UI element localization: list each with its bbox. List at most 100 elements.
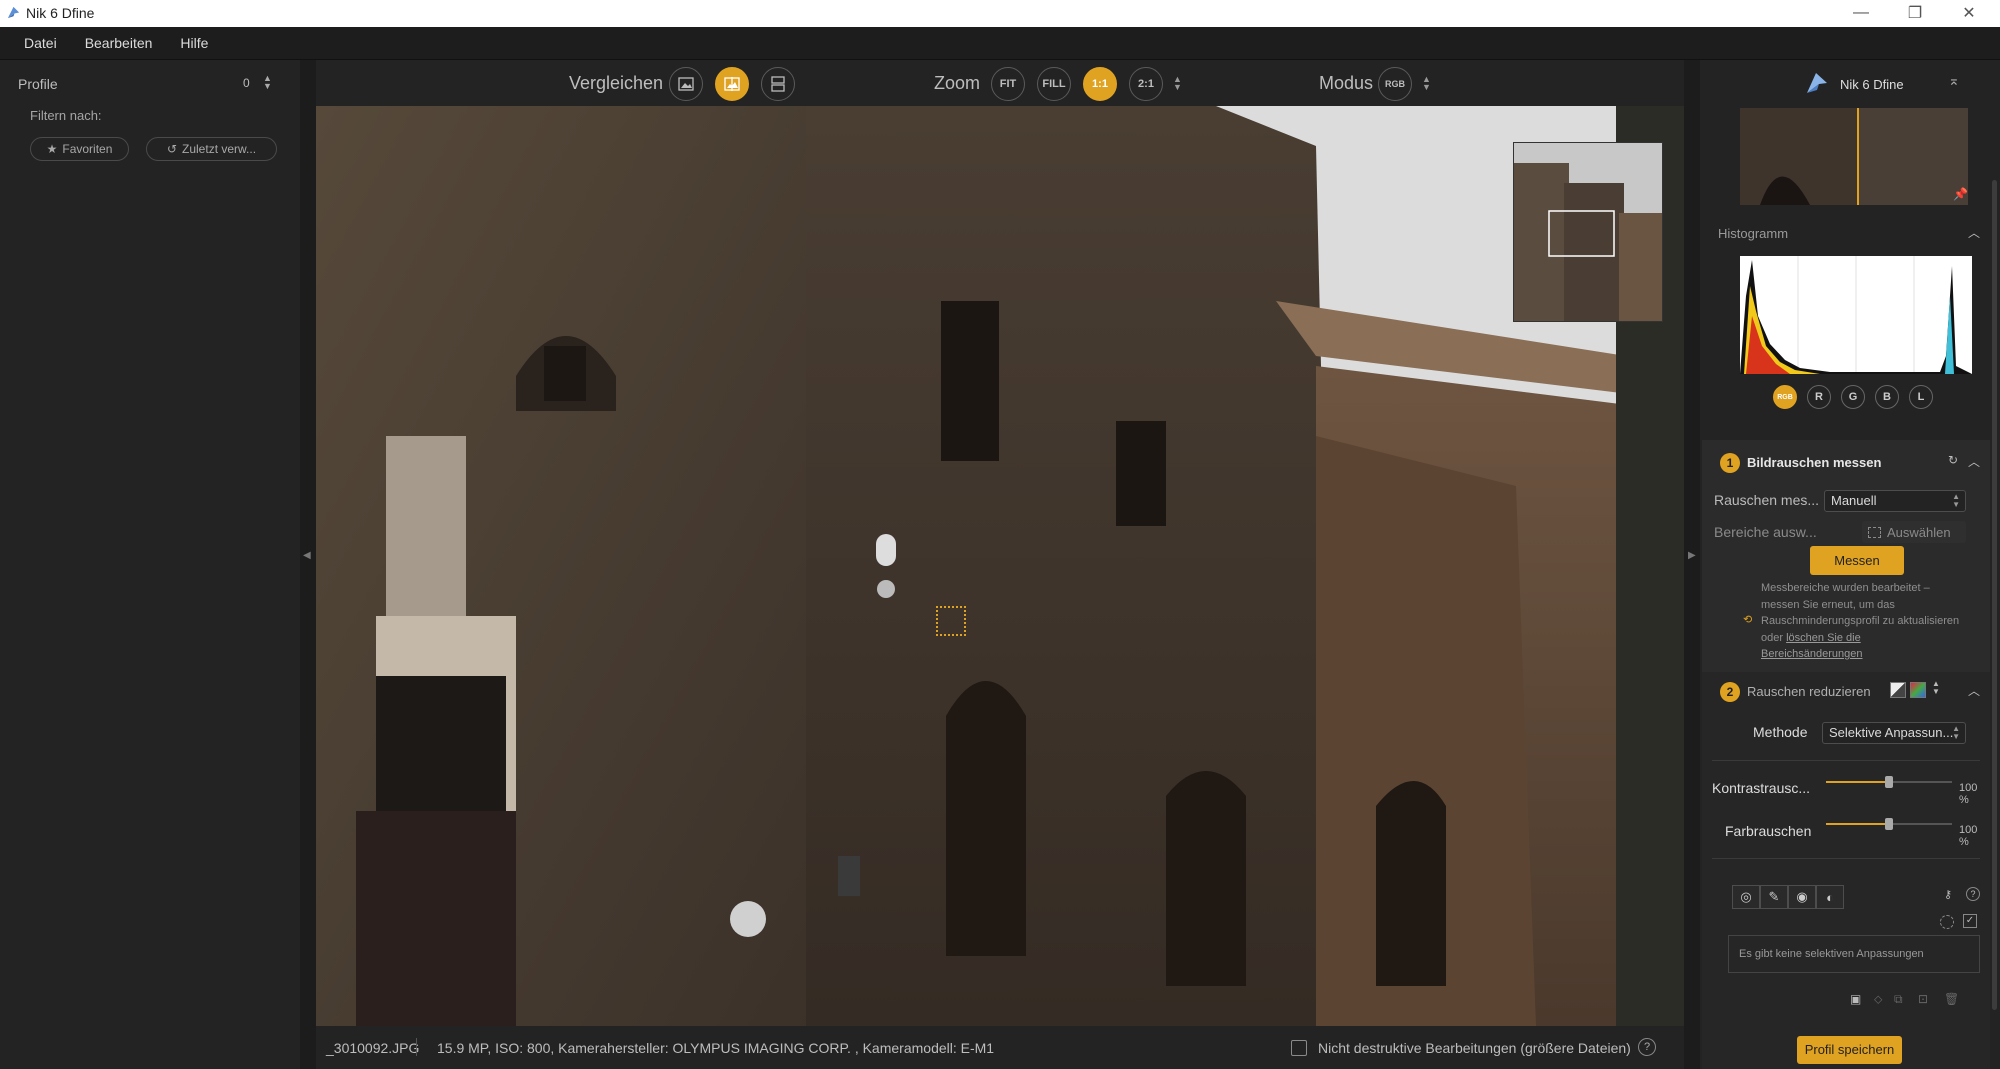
method-select[interactable]: Selektive Anpassun... ▲ ▼ [1822, 722, 1966, 744]
pin-icon[interactable]: 📌 [1953, 186, 1968, 201]
star-icon: ★ [46, 142, 58, 156]
loupe-preview[interactable]: 📌 [1740, 108, 1968, 205]
profiles-panel: Profile 0 ▲ ▼ Filtern nach: ★ Favoriten ↺… [0, 60, 300, 1069]
file-name: _3010092.JPG [326, 1040, 420, 1056]
profiles-count: 0 [243, 76, 250, 90]
nondestructive-label: Nicht destruktive Bearbeitungen (größere… [1318, 1040, 1631, 1056]
contrast-noise-slider[interactable] [1826, 772, 1952, 792]
step2-stepper-icon[interactable]: ▲ ▼ [1932, 680, 1940, 696]
zoom-label: Zoom [934, 73, 981, 93]
photo-preview [316, 106, 1684, 1026]
split-image-icon [724, 77, 740, 91]
mode-rgb-button[interactable]: RGB [1378, 67, 1412, 101]
selective-adjustments-list: Es gibt keine selektiven Anpassungen [1728, 935, 1980, 973]
step1-collapse-icon[interactable]: ︿ [1968, 453, 1980, 470]
measure-method-select[interactable]: Manuell ▲ ▼ [1824, 490, 1966, 512]
collapse-right-icon: ▶ [1688, 550, 1696, 561]
selective-help-icon[interactable]: ? [1966, 887, 1980, 901]
panel-scrollbar[interactable] [1992, 180, 1997, 1010]
measure-method-label: Rauschen mes... [1714, 492, 1820, 508]
window-title: Nik 6 Dfine [26, 5, 95, 21]
compare-split-view-button[interactable] [715, 67, 749, 101]
contrast-noise-icon[interactable] [1890, 682, 1906, 698]
measure-region-marker[interactable] [936, 606, 966, 636]
help-icon[interactable]: ? [1638, 1038, 1656, 1056]
compare-single-view-button[interactable] [669, 67, 703, 101]
panel-header: Nik 6 Dfine ⌅ [1700, 60, 2000, 106]
save-profile-button[interactable]: Profil speichern [1797, 1036, 1902, 1064]
sort-stepper-icon[interactable]: ▲ ▼ [263, 74, 272, 91]
measure-info-text: Messbereiche wurden bearbeitet – messen … [1761, 580, 1961, 663]
select-regions-label: Bereiche ausw... [1714, 524, 1817, 540]
loupe-image: 📌 [1740, 108, 1968, 205]
eye-tool[interactable]: ◉ [1788, 885, 1816, 909]
add-icon[interactable]: ▣ [1850, 992, 1861, 1006]
select-regions-text: Auswählen [1887, 524, 1951, 540]
mask-tool[interactable]: ◐ [1816, 885, 1844, 909]
zoom-stepper-icon[interactable]: ▲ ▼ [1173, 75, 1182, 92]
menu-hilfe[interactable]: Hilfe [166, 35, 222, 51]
copy-icon[interactable]: ⬦ [1874, 992, 1882, 1007]
control-point-tool[interactable]: ◎ [1732, 885, 1760, 909]
histogram-l-button[interactable]: L [1909, 385, 1933, 409]
menu-datei[interactable]: Datei [10, 35, 71, 51]
left-panel-toggle[interactable]: ◀ [300, 60, 316, 1069]
region-select-icon [1868, 526, 1881, 538]
image-preview[interactable] [316, 106, 1684, 1026]
measure-button[interactable]: Messen [1810, 546, 1904, 575]
view-toolbar: Vergleichen Zoom FIT FILL 1:1 2:1 ▲ ▼ Mod… [316, 60, 1684, 106]
zoom-fit-button[interactable]: FIT [991, 67, 1025, 101]
brush-tool[interactable]: ✎ [1760, 885, 1788, 909]
histogram-r-button[interactable]: R [1807, 385, 1831, 409]
mode-label: Modus [1319, 73, 1374, 93]
key-icon[interactable]: ⚷ [1944, 888, 1952, 901]
color-noise-slider[interactable] [1826, 814, 1952, 834]
zoom-2to1-button[interactable]: 2:1 [1129, 67, 1163, 101]
nondestructive-checkbox[interactable] [1291, 1040, 1307, 1056]
histogram-collapse-icon[interactable]: ︿ [1968, 224, 1980, 241]
maximize-button[interactable]: ❐ [1892, 2, 1938, 24]
select-arrow-icon: ▲ ▼ [1952, 724, 1960, 741]
duplicate-icon[interactable]: ⧉ [1894, 992, 1903, 1007]
select-regions-button[interactable]: Auswählen [1862, 521, 1966, 543]
color-noise-icon[interactable] [1910, 682, 1926, 698]
navigator-thumbnail[interactable] [1513, 142, 1663, 322]
measure-method-value: Manuell [1831, 493, 1877, 508]
favorites-filter-button[interactable]: ★ Favoriten [30, 137, 129, 161]
warning-refresh-icon: ⟲ [1743, 614, 1753, 626]
delete-icon[interactable]: 🗑 [1944, 992, 1959, 1006]
compare-side-by-side-button[interactable] [761, 67, 795, 101]
control-point-settings-icon[interactable] [877, 580, 895, 598]
app-name: Nik 6 Dfine [1840, 77, 1904, 92]
histogram-g-button[interactable]: G [1841, 385, 1865, 409]
histogram-b-button[interactable]: B [1875, 385, 1899, 409]
recent-filter-button[interactable]: ↺ Zuletzt verw... [146, 137, 277, 161]
histogram-rgb-button[interactable]: RGB [1773, 385, 1797, 409]
menu-bearbeiten[interactable]: Bearbeiten [71, 35, 167, 51]
right-panel-toggle[interactable]: ▶ [1684, 60, 1700, 1069]
histogram-graph [1740, 256, 1972, 374]
filter-label: Filtern nach: [30, 108, 102, 123]
paste-icon[interactable]: ⊡ [1918, 992, 1928, 1006]
step2-collapse-icon[interactable]: ︿ [1968, 682, 1980, 699]
zoom-fill-button[interactable]: FILL [1037, 67, 1071, 101]
zoom-1to1-button[interactable]: 1:1 [1083, 67, 1117, 101]
minimize-button[interactable]: — [1838, 2, 1884, 24]
speaker-icon [730, 901, 766, 937]
color-noise-knob[interactable] [1885, 818, 1893, 830]
status-bar: _3010092.JPG 15.9 MP, ISO: 800, Kamerahe… [316, 1026, 1684, 1069]
mode-stepper-icon[interactable]: ▲ ▼ [1422, 75, 1431, 92]
collapse-panel-icon[interactable]: ⌅ [1948, 72, 1960, 89]
favorites-label: Favoriten [62, 142, 113, 156]
compare-label: Vergleichen [569, 73, 664, 93]
close-button[interactable]: ✕ [1946, 2, 1992, 24]
eye-icon: ◉ [1796, 889, 1808, 904]
confirm-checkbox-icon[interactable]: ✓ [1963, 914, 1977, 928]
contrast-noise-knob[interactable] [1885, 776, 1893, 788]
step1-reset-icon[interactable]: ↻ [1948, 453, 1958, 467]
step2-title: Rauschen reduzieren [1747, 684, 1871, 699]
history-icon: ↺ [166, 142, 178, 156]
lasso-icon[interactable] [1940, 915, 1954, 929]
histogram [1740, 256, 1972, 374]
control-point-handle[interactable] [876, 534, 896, 566]
